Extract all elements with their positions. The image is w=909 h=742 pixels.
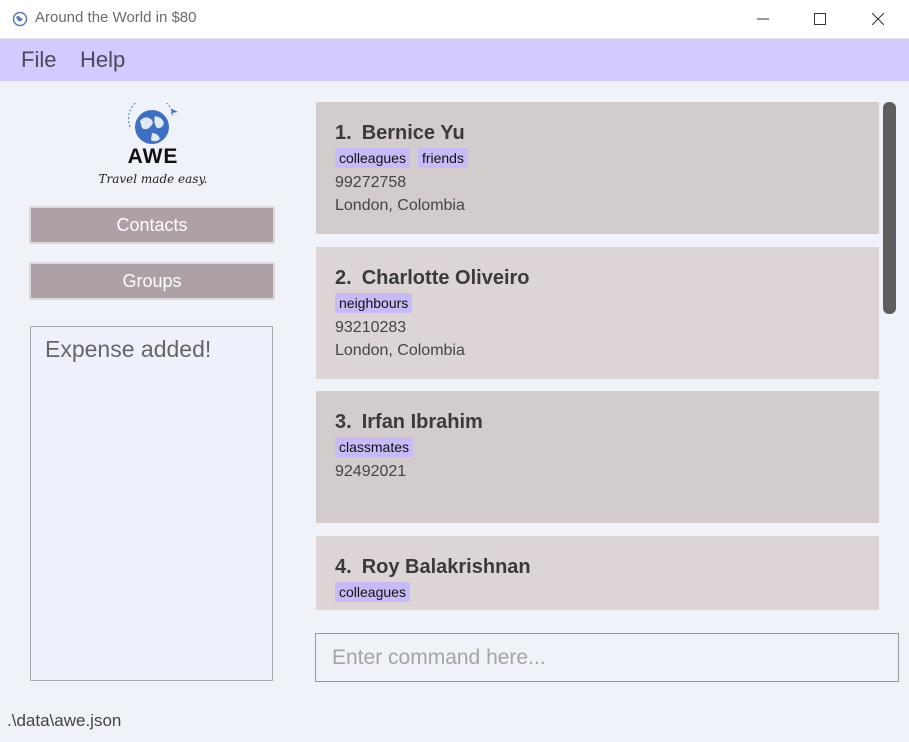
globe-icon: [12, 11, 28, 27]
tag: colleagues: [335, 582, 410, 602]
minimize-icon: [757, 18, 769, 20]
title-bar: Around the World in $80: [0, 0, 909, 39]
contact-card[interactable]: 2. Charlotte Oliveiro neighbours 93210283…: [316, 247, 879, 379]
left-panel: AWE Travel made easy. Contacts Groups Ex…: [2, 81, 298, 703]
scrollbar-thumb[interactable]: [883, 102, 896, 314]
globe-plane-icon: [128, 103, 178, 144]
logo-tagline: Travel made easy.: [98, 172, 208, 186]
contact-tags: colleagues friends: [335, 148, 468, 168]
contact-tags: colleagues: [335, 582, 410, 602]
window-title: Around the World in $80: [35, 9, 197, 26]
groups-button[interactable]: Groups: [29, 262, 275, 300]
result-message: Expense added!: [45, 336, 212, 362]
contact-name-line: 1. Bernice Yu: [335, 122, 465, 145]
contact-address: London, Colombia: [335, 197, 465, 214]
tag: classmates: [335, 437, 414, 457]
contact-index: 4.: [335, 556, 352, 578]
maximize-button[interactable]: [795, 0, 845, 38]
contact-index: 2.: [335, 267, 352, 289]
contact-phone: 93210283: [335, 319, 407, 336]
menu-help[interactable]: Help: [80, 47, 125, 73]
tag: colleagues: [335, 148, 410, 168]
data-file-path: .\data\awe.json: [7, 711, 122, 730]
contact-name-line: 3. Irfan Ibrahim: [335, 411, 483, 434]
contact-address: London, Colombia: [335, 342, 465, 359]
contact-card[interactable]: 1. Bernice Yu colleagues friends 99272758…: [316, 102, 879, 234]
contact-name: Charlotte Oliveiro: [361, 267, 530, 289]
contact-name: Bernice Yu: [361, 122, 465, 144]
contacts-button[interactable]: Contacts: [29, 206, 275, 244]
contact-phone: 92492021: [335, 463, 407, 480]
contact-name-line: 2. Charlotte Oliveiro: [335, 267, 530, 290]
menu-bar: File Help: [0, 39, 909, 81]
contact-card[interactable]: 4. Roy Balakrishnan colleagues: [316, 536, 879, 610]
status-bar: .\data\awe.json: [0, 703, 909, 742]
contact-list[interactable]: 1. Bernice Yu colleagues friends 99272758…: [316, 102, 879, 610]
contact-card[interactable]: 3. Irfan Ibrahim classmates 92492021: [316, 391, 879, 523]
tag: neighbours: [335, 293, 413, 313]
command-input[interactable]: [315, 633, 899, 682]
contact-index: 3.: [335, 411, 352, 433]
contact-name-line: 4. Roy Balakrishnan: [335, 556, 531, 579]
maximize-icon: [814, 13, 826, 25]
logo-wordmark: AWE: [127, 145, 179, 168]
close-icon: [872, 13, 884, 25]
contact-name: Irfan Ibrahim: [361, 411, 483, 433]
result-display: Expense added!: [30, 326, 273, 681]
tag: friends: [417, 148, 468, 168]
menu-file[interactable]: File: [21, 47, 56, 73]
contact-index: 1.: [335, 122, 352, 144]
contact-phone: 99272758: [335, 174, 407, 191]
close-button[interactable]: [853, 0, 903, 38]
contact-tags: neighbours: [335, 293, 413, 313]
app-logo: AWE Travel made easy.: [98, 101, 208, 193]
contact-name: Roy Balakrishnan: [361, 556, 531, 578]
minimize-button[interactable]: [738, 0, 788, 38]
contact-tags: classmates: [335, 437, 414, 457]
